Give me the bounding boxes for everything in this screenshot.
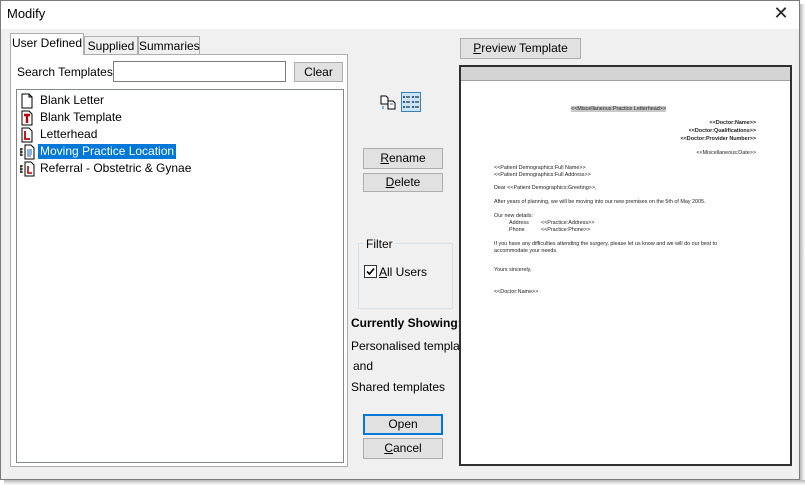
- open-button[interactable]: Open: [363, 414, 443, 435]
- search-label: Search Templates:: [17, 65, 117, 79]
- doc-greeting: Dear <<Patient Demographics:Greeting>>,: [494, 185, 597, 191]
- list-item[interactable]: Moving Practice Location: [19, 143, 178, 160]
- list-view-button[interactable]: [401, 92, 421, 112]
- showing-shared: Shared templates: [351, 380, 446, 394]
- doc-doctor-name: <<Doctor:Name>>: [709, 120, 756, 126]
- doc-paragraph-2b: accommodate your needs.: [494, 248, 558, 254]
- blank-document-icon: [19, 93, 35, 109]
- doc-provider-number: <<Doctor:Provider Number>>: [680, 136, 757, 142]
- list-item[interactable]: Letterhead: [19, 126, 99, 143]
- doc-patient-name: <<Patient Demographics:Full Name>>: [494, 165, 586, 171]
- tab-user-defined[interactable]: User Defined: [10, 33, 84, 55]
- doc-letterhead: <<Miscellaneous:Practice Letterhead>>: [571, 106, 666, 112]
- doc-signature: <<Doctor:Name>>: [494, 289, 539, 295]
- template-preview: <<Miscellaneous:Practice Letterhead>> <<…: [459, 65, 792, 466]
- cancel-label: ancel: [392, 441, 422, 455]
- doc-phone-value: <<Practice:Phone>>: [541, 227, 591, 233]
- small-icons-view-button[interactable]: [378, 92, 398, 112]
- all-users-checkbox[interactable]: [364, 265, 377, 278]
- preview-label: review Template: [481, 41, 568, 55]
- template-t-icon: [19, 110, 35, 126]
- rename-accel: R: [380, 151, 389, 165]
- modify-dialog: Modify ✕ User Defined Supplied Summaries…: [0, 0, 800, 480]
- shared-document-icon: [19, 144, 35, 160]
- preview-document: <<Miscellaneous:Practice Letterhead>> <<…: [461, 81, 790, 464]
- rename-label: ename: [388, 151, 426, 165]
- list-item-label: Letterhead: [40, 127, 98, 141]
- filter-title: Filter: [363, 237, 396, 251]
- tab-label: User Defined: [11, 36, 83, 50]
- list-item[interactable]: Blank Template: [19, 109, 124, 126]
- doc-patient-address: <<Patient Demographics:Full Address>>: [494, 172, 591, 178]
- tab-summaries[interactable]: Summaries: [138, 36, 200, 55]
- list-item[interactable]: Referral - Obstetric & Gynae: [19, 160, 193, 177]
- delete-button[interactable]: Delete: [363, 173, 443, 192]
- doc-date: <<Miscellaneous:Date>>: [696, 150, 756, 156]
- doc-phone-label: Phone: [509, 227, 525, 233]
- doc-closing: Yours sincerely,: [494, 267, 532, 273]
- open-label: Open: [388, 417, 418, 431]
- doc-address-value: <<Practice:Address>>: [541, 220, 595, 226]
- doc-new-details: Our new details:: [494, 213, 533, 219]
- search-input[interactable]: [113, 61, 286, 82]
- small-icons-view-icon: [379, 95, 397, 114]
- doc-paragraph-1: After years of planning, we will be movi…: [494, 199, 706, 205]
- all-users-accel: A: [379, 265, 388, 279]
- doc-doctor-qualifications: <<Doctor:Qualifications>>: [688, 128, 756, 134]
- preview-template-button[interactable]: Preview Template: [460, 38, 581, 59]
- shared-document-icon: [19, 161, 35, 177]
- all-users-text: ll Users: [387, 265, 428, 279]
- list-item-label: Blank Template: [40, 110, 122, 124]
- user-defined-panel: Search Templates: Clear Blank Letter Bla…: [10, 54, 348, 467]
- doc-address-label: Address: [509, 220, 529, 226]
- list-view-icon: [402, 96, 420, 114]
- tab-supplied[interactable]: Supplied: [84, 36, 138, 55]
- checkmark-icon: [366, 267, 375, 276]
- cancel-accel: C: [384, 441, 393, 455]
- rename-button[interactable]: Rename: [363, 148, 443, 169]
- delete-label: elete: [394, 175, 421, 189]
- currently-showing-heading: Currently Showing:: [351, 316, 462, 330]
- list-item[interactable]: Blank Letter: [19, 92, 106, 109]
- delete-accel: D: [385, 175, 395, 189]
- doc-paragraph-2a: If you have any difficulties attending t…: [494, 241, 718, 247]
- showing-personalised: Personalised templates: [351, 339, 476, 353]
- tab-label: Summaries: [139, 39, 200, 53]
- all-users-label[interactable]: All Users: [379, 265, 427, 279]
- list-item-label: Blank Letter: [40, 93, 105, 107]
- close-icon[interactable]: ✕: [769, 3, 793, 25]
- clear-label: Clear: [304, 65, 333, 79]
- letterhead-l-icon: [19, 127, 35, 143]
- cancel-button[interactable]: Cancel: [363, 438, 443, 459]
- showing-and: and: [353, 359, 374, 373]
- title-bar: Modify ✕: [1, 1, 799, 29]
- templates-list[interactable]: Blank Letter Blank Template Letterhead M…: [16, 89, 344, 463]
- window-title: Modify: [7, 6, 46, 21]
- window-shadow-right: [800, 4, 805, 485]
- tab-label: Supplied: [87, 39, 135, 53]
- clear-button[interactable]: Clear: [294, 62, 343, 82]
- preview-header-bar: [461, 67, 790, 81]
- window-shadow-bottom: [4, 480, 805, 485]
- list-item-label: Moving Practice Location: [36, 143, 178, 160]
- list-item-label: Referral - Obstetric & Gynae: [40, 161, 192, 175]
